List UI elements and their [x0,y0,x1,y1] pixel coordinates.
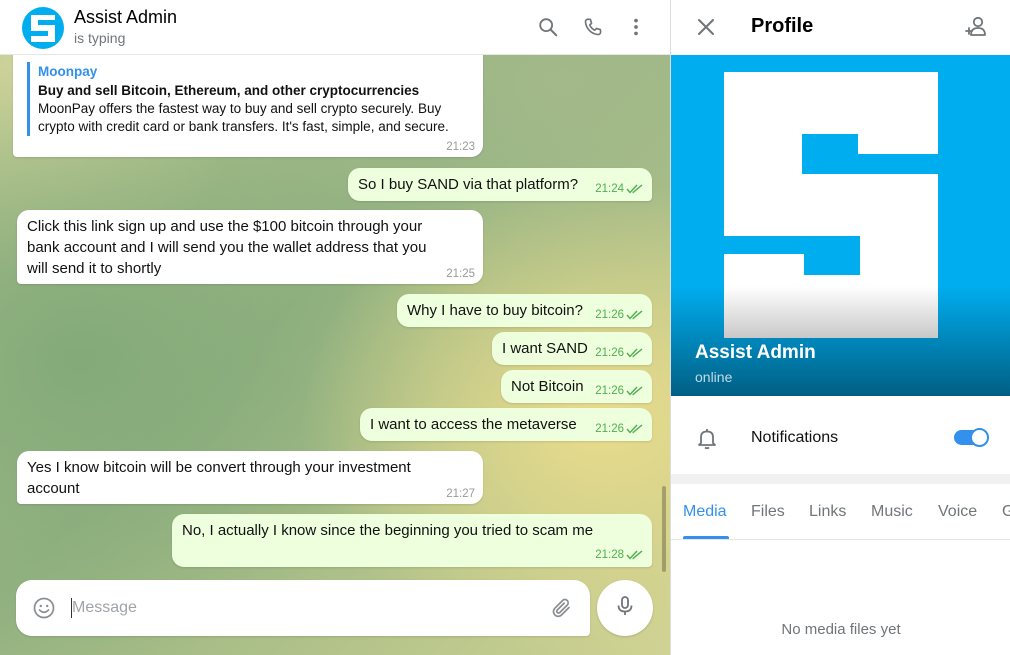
empty-media-text: No media files yet [781,621,901,638]
message-text-line: will send it to shortly [27,260,162,277]
message-text: No, I actually I know since the beginnin… [182,522,594,539]
profile-title: Profile [751,15,814,37]
double-check-icon [626,424,644,438]
notifications-row[interactable]: Notifications [671,396,1010,474]
message-time: 21:26 [595,423,624,435]
message-text: I want SAND [502,340,588,357]
microphone-icon [613,594,637,623]
message-composer[interactable] [16,580,590,636]
double-check-icon [626,348,644,362]
search-icon[interactable] [535,14,561,40]
double-check-icon [626,310,644,324]
double-check-icon [626,184,644,198]
message-text-line: bank account and I will send you the wal… [27,239,427,256]
message-time: 21:26 [595,347,624,359]
media-tabs: Media Files Links Music Voice G [671,484,1010,540]
tab-voice[interactable]: Voice [938,503,977,521]
scrollbar[interactable] [662,486,666,572]
notifications-label: Notifications [751,429,839,446]
message-time: 21:26 [595,309,624,321]
link-preview-description-line: MoonPay offers the fastest way to buy an… [38,101,442,116]
double-check-icon [626,550,644,564]
emoji-icon[interactable] [32,596,56,625]
close-icon[interactable] [695,16,717,43]
chat-title[interactable]: Assist Admin [74,7,177,28]
chat-header[interactable]: Assist Admin is typing [0,0,670,55]
add-contact-icon[interactable] [963,14,989,45]
chat-panel: Assist Admin is typing Moonpay Buy and s… [0,0,670,655]
message-time: 21:26 [595,385,624,397]
text-caret [71,598,72,618]
avatar[interactable] [22,7,64,49]
message-bubble-incoming[interactable]: Click this link sign up and use the $100… [17,210,483,284]
profile-photo[interactable]: Assist Admin online [671,55,1010,396]
message-bubble-outgoing[interactable]: I want to access the metaverse 21:26 [360,408,652,441]
phone-icon[interactable] [580,14,606,40]
link-preview-site: Moonpay [38,64,98,79]
profile-name: Assist Admin [695,342,816,363]
message-input[interactable] [72,592,532,624]
active-tab-indicator [683,536,729,539]
message-time: 21:28 [595,549,624,561]
bell-icon [695,426,719,455]
link-preview-description-line: crypto with credit card or bank transfer… [38,119,449,134]
message-text: I want to access the metaverse [370,416,577,433]
message-text-line: account [27,480,80,497]
message-bubble-outgoing[interactable]: No, I actually I know since the beginnin… [172,514,652,567]
tab-media[interactable]: Media [683,503,727,521]
message-text: Why I have to buy bitcoin? [407,302,583,319]
attach-icon[interactable] [550,596,574,625]
tab-links[interactable]: Links [809,503,846,521]
message-bubble-incoming[interactable]: Moonpay Buy and sell Bitcoin, Ethereum, … [13,40,483,157]
tab-gifs[interactable]: G [1002,503,1010,521]
tab-music[interactable]: Music [871,503,913,521]
profile-panel: Profile Assist Admin online Notification… [670,0,1010,655]
message-bubble-outgoing[interactable]: Not Bitcoin 21:26 [501,370,652,403]
message-time: 21:27 [446,488,475,500]
message-text-line: Yes I know bitcoin will be convert throu… [27,459,411,476]
message-bubble-outgoing[interactable]: I want SAND 21:26 [492,332,652,365]
notifications-toggle[interactable] [954,428,989,447]
link-preview-title: Buy and sell Bitcoin, Ethereum, and othe… [38,83,420,98]
message-text-line: Click this link sign up and use the $100… [27,218,423,235]
message-text: Not Bitcoin [511,378,584,395]
divider [671,474,1010,484]
profile-header: Profile [671,0,1010,55]
link-preview[interactable]: Moonpay Buy and sell Bitcoin, Ethereum, … [27,62,467,136]
more-vertical-icon[interactable] [623,14,649,40]
microphone-button[interactable] [597,580,653,636]
message-bubble-incoming[interactable]: Yes I know bitcoin will be convert throu… [17,451,483,504]
profile-status: online [695,369,733,385]
message-bubble-outgoing[interactable]: Why I have to buy bitcoin? 21:26 [397,294,652,327]
message-time: 21:25 [446,268,475,280]
typing-status: is typing [74,30,126,46]
double-check-icon [626,386,644,400]
message-text: So I buy SAND via that platform? [358,176,579,193]
tab-files[interactable]: Files [751,503,785,521]
message-time: 21:23 [446,141,475,153]
message-time: 21:24 [595,183,624,195]
message-bubble-outgoing[interactable]: So I buy SAND via that platform? 21:24 [348,168,652,201]
